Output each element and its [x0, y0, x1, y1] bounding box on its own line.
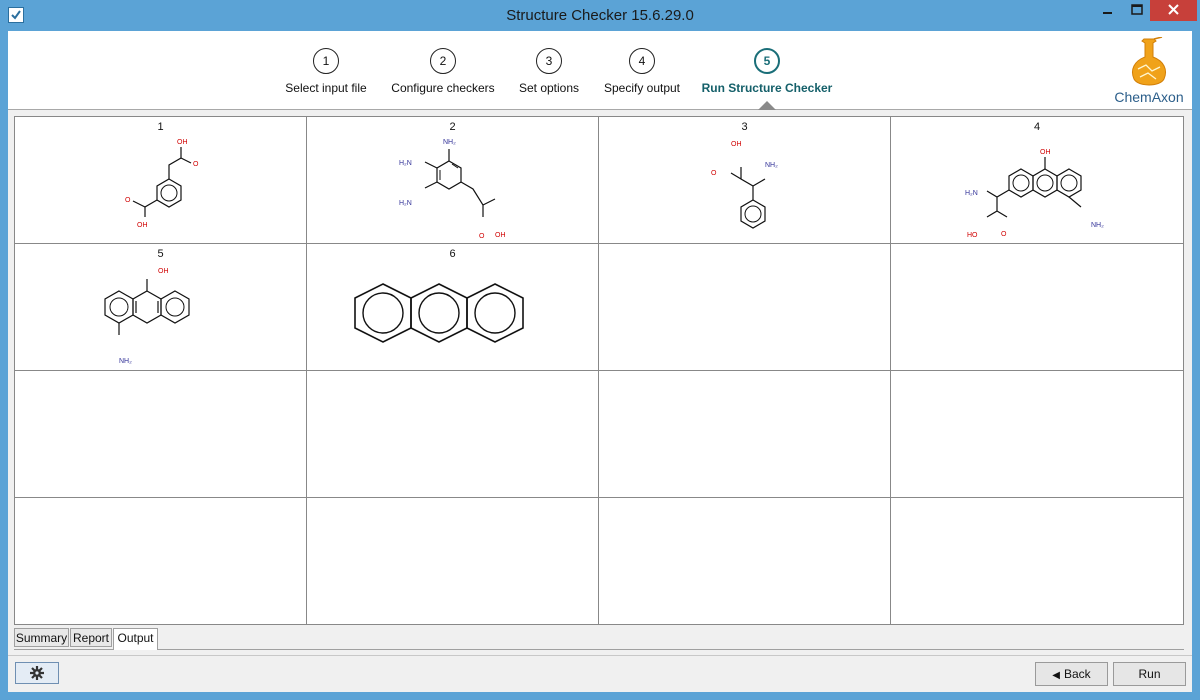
atom-label: H₂N — [399, 160, 412, 167]
structure-cell-empty[interactable] — [307, 498, 599, 624]
wizard-step-run-structure-checker[interactable]: 5 Run Structure Checker — [697, 48, 837, 95]
logo-text: ChemAxon — [1114, 89, 1184, 105]
back-button[interactable]: ◀ Back — [1035, 662, 1108, 686]
structure-cell-empty[interactable] — [891, 498, 1183, 624]
gear-icon — [30, 666, 44, 680]
atom-label: NH₂ — [119, 358, 132, 365]
atom-label: HO — [967, 232, 978, 239]
wizard-step-specify-output[interactable]: 4 Specify output — [572, 48, 712, 95]
atom-label: OH — [495, 232, 506, 239]
active-step-indicator — [758, 101, 776, 110]
atom-label: O — [1001, 231, 1007, 238]
maximize-icon[interactable] — [1122, 0, 1152, 21]
structure-cell-empty[interactable] — [891, 244, 1183, 371]
tab-output[interactable]: Output — [113, 628, 158, 650]
close-icon[interactable] — [1150, 0, 1197, 21]
atom-label: NH₂ — [1091, 222, 1104, 229]
structure-cell-4[interactable]: 4 OH H₂N HO O NH₂ — [891, 117, 1183, 244]
atom-label: OH — [731, 141, 742, 148]
wizard-header: 1 Select input file 2 Configure checkers… — [8, 31, 1192, 110]
structure-output-grid[interactable]: 1 OH O O OH 2 NH₂ H₂N H₂N O OH 3 OH NH₂ … — [14, 116, 1184, 625]
step-number: 2 — [430, 48, 456, 74]
molecule-drawing: OH NH₂ O — [711, 141, 778, 229]
atom-label: OH — [177, 139, 188, 146]
footer-divider — [8, 655, 1192, 656]
structure-cell-empty[interactable] — [891, 371, 1183, 498]
structure-cell-empty[interactable] — [599, 244, 891, 371]
structure-cell-2[interactable]: 2 NH₂ H₂N H₂N O OH — [307, 117, 599, 244]
structure-cell-3[interactable]: 3 OH NH₂ O — [599, 117, 891, 244]
atom-label: OH — [137, 222, 148, 229]
molecule-drawing: OH NH₂ — [104, 268, 190, 365]
structure-cell-1[interactable]: 1 OH O O OH — [15, 117, 307, 244]
back-arrow-icon: ◀ — [1052, 670, 1060, 681]
molecule-drawing: OH H₂N HO O NH₂ — [965, 149, 1104, 239]
structure-cell-empty[interactable] — [599, 371, 891, 498]
step-number: 4 — [629, 48, 655, 74]
atom-label: NH₂ — [765, 162, 778, 169]
structure-cell-empty[interactable] — [15, 371, 307, 498]
structure-cell-empty[interactable] — [15, 498, 307, 624]
structure-cell-empty[interactable] — [599, 498, 891, 624]
back-button-label: Back — [1064, 667, 1091, 681]
atom-label: O — [125, 197, 131, 204]
chemaxon-logo: ChemAxon — [1106, 36, 1192, 107]
window-title: Structure Checker 15.6.29.0 — [506, 7, 694, 24]
tab-report[interactable]: Report — [70, 628, 112, 647]
title-bar: Structure Checker 15.6.29.0 — [0, 0, 1200, 31]
atom-label: O — [193, 161, 199, 168]
molecule-drawing: NH₂ H₂N H₂N O OH — [399, 139, 506, 240]
atom-label: OH — [158, 268, 169, 275]
minimize-icon[interactable] — [1093, 0, 1123, 21]
step-number: 1 — [313, 48, 339, 74]
step-number: 5 — [754, 48, 780, 74]
main-window: 1 Select input file 2 Configure checkers… — [8, 31, 1192, 692]
structure-cell-5[interactable]: 5 OH NH₂ — [15, 244, 307, 371]
run-button[interactable]: Run — [1113, 662, 1186, 686]
step-number: 3 — [536, 48, 562, 74]
settings-button[interactable] — [15, 662, 59, 684]
molecule-drawing: OH O O OH — [125, 139, 199, 229]
atom-label: H₂N — [965, 190, 978, 197]
tab-strip-line — [14, 649, 1184, 650]
molecule-drawing — [354, 283, 524, 343]
atom-label: O — [711, 170, 717, 177]
tab-summary[interactable]: Summary — [14, 628, 69, 647]
structure-cell-6[interactable]: 6 — [307, 244, 599, 371]
atom-label: OH — [1040, 149, 1051, 156]
atom-label: NH₂ — [443, 139, 456, 146]
step-label: Specify output — [603, 81, 681, 95]
atom-label: O — [479, 233, 485, 240]
atom-label: H₂N — [399, 200, 412, 207]
structure-cell-empty[interactable] — [307, 371, 599, 498]
flask-logo-icon — [1131, 36, 1167, 86]
step-label: Run Structure Checker — [701, 81, 833, 95]
